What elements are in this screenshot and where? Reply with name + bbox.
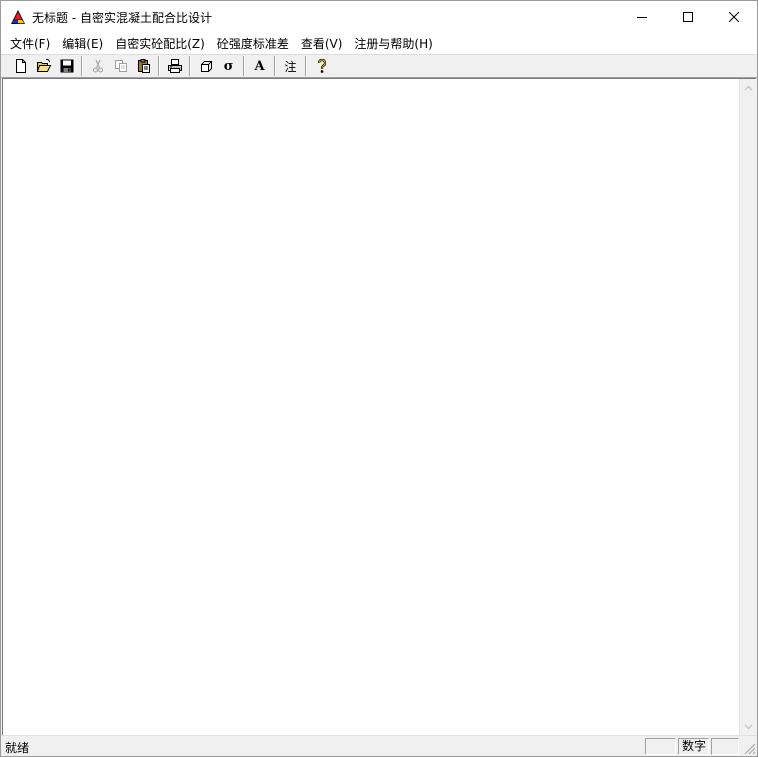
cut-icon — [92, 59, 103, 73]
save-icon — [60, 59, 73, 73]
status-pane-caps — [645, 738, 676, 755]
app-window: 无标题 - 自密实混凝土配合比设计 文件(F) 编辑(E) 自密实砼配比(Z) … — [0, 0, 758, 757]
cut-button[interactable] — [86, 55, 109, 77]
copy-icon — [114, 60, 127, 72]
menu-strength-deviation[interactable]: 砼强度标准差 — [211, 34, 295, 54]
toolbar-separator — [189, 56, 191, 76]
scroll-up-button[interactable] — [740, 79, 756, 96]
open-button[interactable] — [32, 55, 55, 77]
new-file-button[interactable] — [9, 55, 32, 77]
box-icon — [200, 61, 213, 72]
menu-register-help[interactable]: 注册与帮助(H) — [348, 34, 438, 54]
window-controls — [619, 1, 757, 33]
title-bar[interactable]: 无标题 - 自密实混凝土配合比设计 — [1, 1, 757, 33]
app-logo-icon — [11, 10, 25, 24]
status-pane-scroll — [711, 738, 739, 755]
minimize-icon — [637, 17, 647, 18]
chevron-down-icon — [744, 724, 752, 729]
print-icon — [167, 59, 182, 73]
paste-button[interactable] — [132, 55, 155, 77]
copy-button[interactable] — [109, 55, 132, 77]
box-button[interactable] — [194, 55, 217, 77]
font-button[interactable]: A — [248, 55, 271, 77]
menu-scc-mix[interactable]: 自密实砼配比(Z) — [109, 34, 211, 54]
help-icon — [317, 58, 326, 73]
vertical-scrollbar[interactable] — [739, 79, 756, 735]
close-icon — [729, 12, 739, 22]
toolbar-separator — [81, 56, 83, 76]
menu-view[interactable]: 查看(V) — [295, 34, 349, 54]
toolbar-separator — [305, 56, 307, 76]
status-bar: 就绪 数字 — [1, 735, 757, 756]
save-button[interactable] — [55, 55, 78, 77]
toolbar-separator — [243, 56, 245, 76]
status-pane-num: 数字 — [678, 738, 709, 755]
sigma-button[interactable]: σ — [217, 55, 240, 77]
font-icon: A — [254, 58, 265, 74]
document-area[interactable] — [2, 78, 756, 735]
window-title: 无标题 - 自密实混凝土配合比设计 — [32, 10, 212, 25]
toolbar-separator — [274, 56, 276, 76]
help-button[interactable] — [310, 55, 333, 77]
minimize-button[interactable] — [619, 1, 665, 33]
sigma-icon: σ — [223, 58, 234, 74]
toolbar-separator — [158, 56, 160, 76]
new-file-icon — [15, 59, 26, 73]
maximize-button[interactable] — [665, 1, 711, 33]
maximize-icon — [683, 12, 693, 22]
note-icon: 注 — [284, 59, 297, 74]
toolbar: σ A 注 — [1, 54, 757, 78]
resize-grip-icon[interactable] — [743, 742, 756, 755]
menu-edit[interactable]: 编辑(E) — [56, 34, 109, 54]
paste-icon — [137, 59, 150, 73]
menu-bar: 文件(F) 编辑(E) 自密实砼配比(Z) 砼强度标准差 查看(V) 注册与帮助… — [1, 33, 757, 54]
print-button[interactable] — [163, 55, 186, 77]
close-button[interactable] — [711, 1, 757, 33]
scroll-down-button[interactable] — [740, 718, 756, 735]
open-folder-icon — [36, 58, 51, 72]
menu-file[interactable]: 文件(F) — [4, 34, 56, 54]
note-button[interactable]: 注 — [279, 55, 302, 77]
chevron-up-icon — [744, 85, 752, 90]
status-text: 就绪 — [5, 741, 30, 755]
